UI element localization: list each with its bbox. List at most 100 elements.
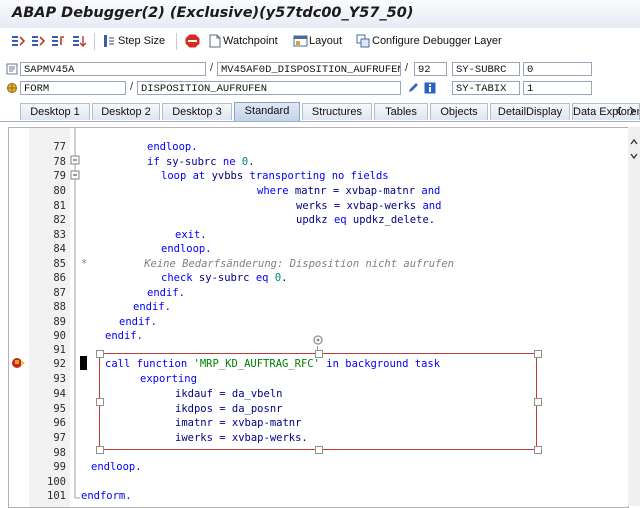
info-icon[interactable] — [424, 82, 436, 94]
code-line: endform. — [81, 490, 132, 502]
code-line: exit. — [175, 229, 207, 241]
rotate-handle-line — [317, 346, 318, 351]
layout-icon — [293, 35, 308, 47]
tab-tables[interactable]: Tables — [374, 103, 428, 120]
line-number: 98 — [53, 447, 66, 459]
code-line: where matnr = xvbap-matnr and — [257, 185, 441, 197]
tab-desktop-1[interactable]: Desktop 1 — [20, 103, 90, 120]
resize-handle[interactable] — [315, 446, 323, 454]
tab-desktop-3[interactable]: Desktop 3 — [162, 103, 232, 120]
line-number: 94 — [53, 388, 66, 400]
resize-handle[interactable] — [534, 350, 542, 358]
layout-button[interactable]: Layout — [309, 35, 342, 47]
watchpoint-button[interactable]: Watchpoint — [223, 35, 278, 47]
line-number: 91 — [53, 344, 66, 356]
variable-name-field-1[interactable]: SY-SUBRC — [452, 62, 520, 76]
field-separator: / — [210, 62, 214, 74]
tab-scroll-right-icon[interactable] — [627, 104, 637, 118]
fold-toggle-icon[interactable] — [70, 170, 80, 180]
breakpoint-gutter[interactable] — [9, 128, 29, 507]
line-number: 87 — [53, 287, 66, 299]
toolbar-separator — [176, 33, 177, 50]
line-number: 93 — [53, 373, 66, 385]
field-separator: / — [405, 62, 409, 74]
continue-icon[interactable] — [72, 34, 87, 48]
line-number: 83 — [53, 229, 66, 241]
step-size-icon[interactable] — [102, 34, 117, 48]
tab-detail-display[interactable]: DetailDisplay — [490, 103, 570, 120]
field-separator: / — [130, 81, 134, 93]
code-line: werks = xvbap-werks and — [296, 200, 442, 212]
configure-layer-icon — [356, 34, 370, 48]
code-line: endloop. — [161, 243, 212, 255]
code-line: endif. — [133, 301, 171, 313]
scroll-down-icon[interactable] — [629, 151, 639, 161]
selection-highlight-box — [99, 353, 537, 450]
line-number: 97 — [53, 432, 66, 444]
line-number: 96 — [53, 417, 66, 429]
comment-line: * Keine Bedarfsänderung: Disposition nic… — [81, 258, 454, 270]
resize-handle[interactable] — [96, 350, 104, 358]
tab-structures[interactable]: Structures — [302, 103, 372, 120]
debugger-info-fields: SAPMV45A / MV45AF0D_DISPOSITION_AUFRUFEN… — [0, 58, 640, 98]
tab-bar: Desktop 1 Desktop 2 Desktop 3 Standard S… — [0, 101, 640, 122]
variable-name-field-2[interactable]: SY-TABIX — [452, 81, 520, 95]
breakpoint-icon[interactable] — [11, 357, 26, 369]
line-number: 79 — [53, 170, 66, 182]
variable-value-field-1[interactable]: 0 — [523, 62, 592, 76]
event-name-field[interactable]: DISPOSITION_AUFRUFEN — [137, 81, 401, 95]
line-number: 82 — [53, 214, 66, 226]
line-number: 89 — [53, 316, 66, 328]
line-number: 90 — [53, 330, 66, 342]
stop-icon[interactable] — [185, 34, 200, 48]
rotate-handle-icon[interactable] — [312, 334, 324, 346]
tab-scroll-left-icon[interactable] — [614, 104, 624, 118]
line-field[interactable]: 92 — [414, 62, 447, 76]
resize-handle[interactable] — [315, 350, 323, 358]
step-size-button[interactable]: Step Size — [118, 35, 165, 47]
line-number: 77 — [53, 141, 66, 153]
program-field[interactable]: SAPMV45A — [20, 62, 206, 76]
code-line: endif. — [147, 287, 185, 299]
variable-value-field-2[interactable]: 1 — [523, 81, 592, 95]
resize-handle[interactable] — [96, 446, 104, 454]
include-field[interactable]: MV45AF0D_DISPOSITION_AUFRUFEN — [217, 62, 401, 76]
edit-icon[interactable] — [407, 82, 419, 94]
line-number: 81 — [53, 200, 66, 212]
resize-handle[interactable] — [96, 398, 104, 406]
comment-text: Keine Bedarfsänderung: Disposition nicht… — [144, 258, 454, 270]
line-number: 85 — [53, 258, 66, 270]
line-number: 78 — [53, 156, 66, 168]
line-number: 80 — [53, 185, 66, 197]
event-icon — [7, 83, 17, 93]
tab-objects[interactable]: Objects — [430, 103, 488, 120]
program-icon — [6, 63, 18, 75]
window-title: ABAP Debugger(2) (Exclusive)(y57tdc00_Y5… — [12, 5, 414, 21]
configure-debugger-layer-button[interactable]: Configure Debugger Layer — [372, 35, 502, 47]
tab-desktop-2[interactable]: Desktop 2 — [92, 103, 160, 120]
scroll-up-icon[interactable] — [629, 137, 639, 147]
code-line: check sy-subrc eq 0. — [161, 272, 288, 284]
code-line: endif. — [119, 316, 157, 328]
return-icon[interactable] — [51, 34, 66, 48]
step-into-icon[interactable] — [11, 34, 26, 48]
line-number: 100 — [47, 476, 66, 488]
toolbar-separator — [94, 33, 95, 50]
resize-handle[interactable] — [534, 398, 542, 406]
title-bar: ABAP Debugger(2) (Exclusive)(y57tdc00_Y5… — [0, 0, 640, 29]
line-number: 88 — [53, 301, 66, 313]
line-number: 86 — [53, 272, 66, 284]
vertical-scrollbar[interactable] — [628, 127, 640, 506]
code-line: endloop. — [147, 141, 198, 153]
code-line: endif. — [105, 330, 143, 342]
event-type-field[interactable]: FORM — [20, 81, 126, 95]
line-number: 101 — [47, 490, 66, 502]
fold-toggle-icon[interactable] — [70, 155, 80, 165]
resize-handle[interactable] — [534, 446, 542, 454]
source-code-editor[interactable]: 77 78 79 80 81 82 83 84 85 86 87 88 89 9… — [8, 127, 629, 508]
watchpoint-icon — [209, 34, 221, 48]
execute-icon[interactable] — [31, 34, 46, 48]
code-line: if sy-subrc ne 0. — [147, 156, 255, 168]
fold-lines — [74, 128, 80, 499]
tab-standard[interactable]: Standard — [234, 102, 300, 121]
